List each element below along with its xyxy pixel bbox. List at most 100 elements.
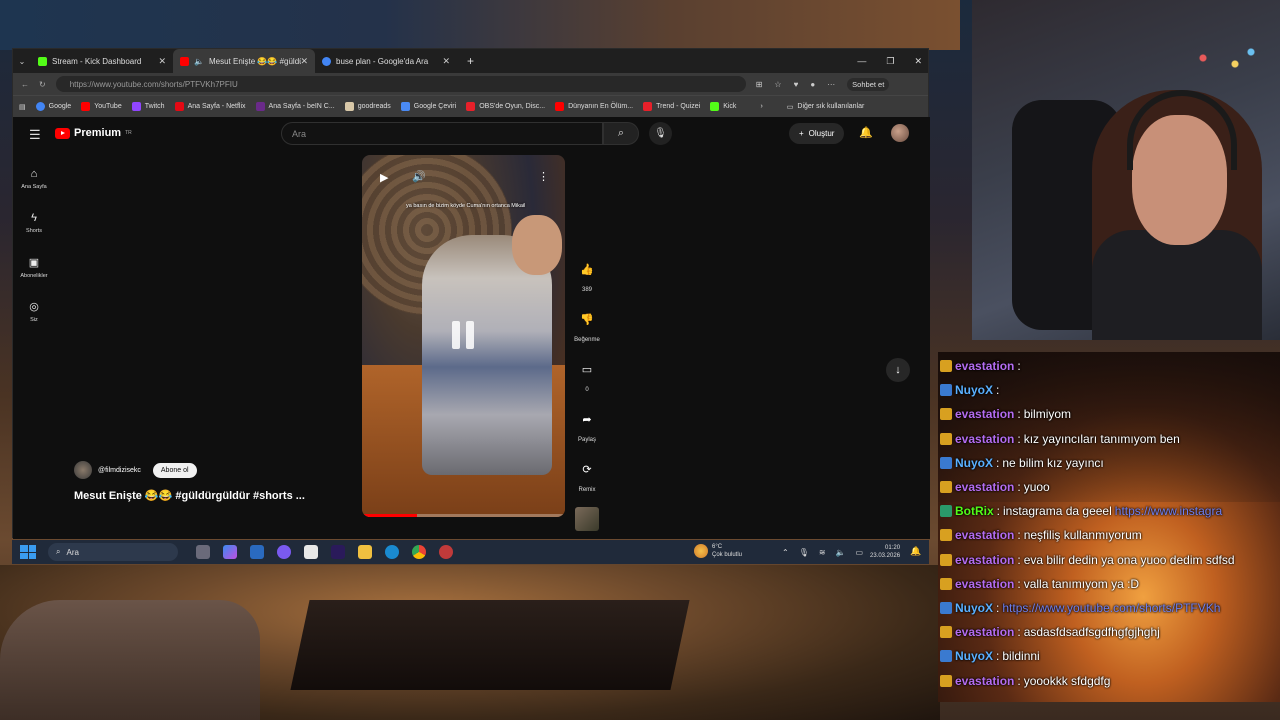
bookmark-youtube[interactable]: YouTube [81, 102, 122, 111]
nav-label: Siz [30, 316, 38, 323]
bookmark-goodreads[interactable]: goodreads [344, 102, 391, 111]
tab-list-chevron-icon[interactable]: ⌄ [13, 57, 31, 66]
create-button[interactable]: + Oluştur [789, 123, 845, 144]
chat-username[interactable]: NuyoX [955, 456, 993, 470]
streamlabs-icon[interactable] [304, 545, 318, 559]
file-explorer-icon[interactable] [358, 545, 372, 559]
bookmark-google-translate[interactable]: Google Çeviri [400, 102, 456, 111]
other-bookmarks-folder[interactable]: ▭ Diğer sık kullanılanlar [787, 103, 865, 111]
premiere-icon[interactable] [331, 545, 345, 559]
avatar[interactable] [891, 124, 909, 142]
more-menu-icon[interactable]: ··· [827, 80, 835, 89]
search-input[interactable]: Ara [281, 122, 603, 145]
tray-chevron-icon[interactable]: ⌃ [782, 548, 789, 557]
profile-icon[interactable]: ● [810, 80, 815, 89]
copilot-icon[interactable] [223, 545, 237, 559]
bookmark-kick[interactable]: Kick [710, 102, 736, 111]
new-tab-button[interactable]: + [467, 54, 474, 68]
channel-name[interactable]: @filmdizisekc [98, 467, 141, 474]
sound-thumbnail[interactable] [575, 507, 599, 531]
microphone-icon[interactable]: 🎙 [799, 548, 809, 557]
more-options-icon[interactable]: ⋮ [538, 170, 549, 183]
chat-username[interactable]: evastation [955, 407, 1014, 421]
favorite-star-icon[interactable]: ☆ [774, 80, 781, 89]
obs-taskbar-icon[interactable] [277, 545, 291, 559]
browser-essentials-icon[interactable]: ♥ [794, 80, 799, 89]
tab-google-search[interactable]: buse plan - Google'da Ara ✕ [315, 49, 457, 73]
youtube-premium-logo[interactable]: Premium TR [55, 127, 132, 139]
reading-list-icon[interactable]: ▤ [19, 103, 26, 111]
battery-icon[interactable]: ▭ [856, 548, 864, 557]
bookmark-twitch[interactable]: Twitch [131, 102, 165, 111]
weather-widget[interactable]: 6°C Çok bulutlu [694, 543, 742, 559]
bookmark-quizei[interactable]: Trend - Quizei [643, 102, 700, 111]
chat-username[interactable]: NuyoX [955, 649, 993, 663]
close-tab-icon[interactable]: ✕ [442, 56, 450, 67]
remix-button[interactable]: ⟳ Remix [575, 457, 599, 494]
video-progress-bar[interactable] [362, 514, 565, 517]
chat-username[interactable]: BotRix [955, 504, 994, 518]
nav-shorts[interactable]: ϟ Shorts [13, 201, 55, 245]
tab-youtube-short[interactable]: 🔈 Mesut Enişte 😂😂 #güldürgü ✕ [173, 49, 315, 73]
extensions-icon[interactable]: ⊞ [756, 80, 763, 89]
pause-icon[interactable] [448, 317, 478, 353]
maximize-icon[interactable]: ❐ [886, 56, 894, 67]
notifications-bell-icon[interactable]: 🔔 [859, 126, 873, 139]
close-window-icon[interactable]: ✕ [914, 56, 922, 67]
nav-you[interactable]: ◎ Siz [13, 289, 55, 333]
notification-icon[interactable]: 🔔 [910, 546, 921, 557]
chat-username[interactable]: NuyoX [955, 601, 993, 615]
bookmark-bein[interactable]: Ana Sayfa - beIN C... [255, 102, 335, 111]
short-video-player[interactable]: ▶ 🔊 ⋮ ya basın de bizim köyde Cuma'nın o… [362, 155, 565, 517]
wifi-icon[interactable]: ≋ [819, 548, 826, 557]
channel-avatar[interactable] [74, 461, 92, 479]
voice-search-button[interactable]: 🎙 [649, 122, 672, 145]
chat-username[interactable]: evastation [955, 674, 1014, 688]
chat-username[interactable]: NuyoX [955, 383, 993, 397]
tab-kick-dashboard[interactable]: Stream - Kick Dashboard ✕ [31, 49, 173, 73]
back-icon[interactable]: ← [21, 80, 29, 89]
bookmark-dunyanin[interactable]: Dünyanın En Ölüm... [555, 102, 633, 111]
chat-username[interactable]: evastation [955, 553, 1014, 567]
chat-username[interactable]: evastation [955, 577, 1014, 591]
like-button[interactable]: 👍 389 [575, 257, 599, 294]
chat-username[interactable]: evastation [955, 480, 1014, 494]
video-title[interactable]: Mesut Enişte 😂😂 #güldürgüldür #shorts ..… [74, 489, 305, 502]
chat-link[interactable]: https://www.instagra [1115, 504, 1222, 518]
chat-username[interactable]: evastation [955, 432, 1014, 446]
taskbar-search[interactable]: ⌕ Ara [48, 543, 178, 561]
clock[interactable]: 01:20 23.03.2026 [870, 544, 900, 560]
search-button[interactable]: ⌕ [603, 122, 639, 145]
play-icon[interactable]: ▶ [380, 171, 388, 184]
chat-username[interactable]: evastation [955, 625, 1014, 639]
subscribe-button[interactable]: Abone ol [152, 462, 197, 478]
close-tab-icon[interactable]: ✕ [300, 56, 308, 67]
volume-icon[interactable]: 🔊 [412, 170, 426, 183]
dislike-button[interactable]: 👎 Beğenme [574, 307, 600, 344]
chrome-icon[interactable] [412, 545, 426, 559]
copilot-chat-button[interactable]: Sohbet et [847, 77, 890, 91]
menu-icon[interactable]: ☰ [29, 127, 41, 143]
bookmark-netflix[interactable]: Ana Sayfa - Netflix [174, 102, 246, 111]
nav-subscriptions[interactable]: ▣ Abonelikler [13, 245, 55, 289]
task-view-icon[interactable] [196, 545, 210, 559]
nav-home[interactable]: ⌂ Ana Sayfa [13, 157, 55, 201]
bookmark-google[interactable]: Google [35, 102, 71, 111]
chat-link[interactable]: https://www.youtube.com/shorts/PTFVKh [1002, 601, 1220, 615]
share-button[interactable]: ➦ Paylaş [575, 407, 599, 444]
volume-icon[interactable]: 🔈 [836, 548, 846, 557]
chat-username[interactable]: evastation [955, 528, 1014, 542]
next-short-button[interactable]: ↓ [886, 358, 910, 382]
minimize-icon[interactable]: — [857, 56, 866, 66]
close-tab-icon[interactable]: ✕ [158, 56, 166, 67]
chat-username[interactable]: evastation [955, 359, 1014, 373]
bookmark-obs[interactable]: OBS'de Oyun, Disc... [466, 102, 545, 111]
comments-button[interactable]: ▭ 0 [575, 357, 599, 394]
reload-icon[interactable]: ↻ [39, 80, 46, 89]
bookmarks-overflow-chevron-icon[interactable]: › [760, 103, 762, 110]
edge-icon[interactable] [385, 545, 399, 559]
start-button[interactable] [20, 545, 36, 559]
outlook-icon[interactable] [250, 545, 264, 559]
url-field[interactable]: https://www.youtube.com/shorts/PTFVKh7PF… [55, 76, 746, 92]
settings-icon[interactable] [439, 545, 453, 559]
